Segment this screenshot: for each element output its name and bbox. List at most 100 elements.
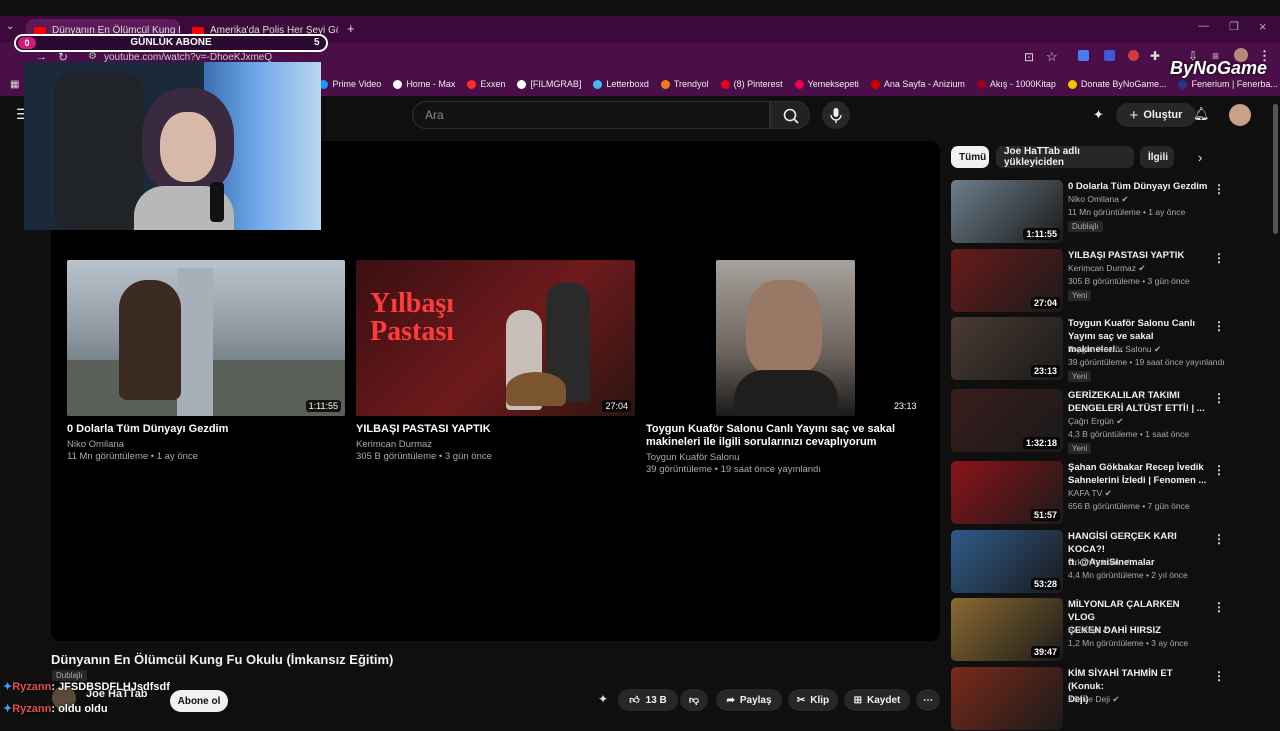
bookmark-item[interactable]: Home - Max — [393, 79, 455, 89]
minimize-icon[interactable]: — — [1198, 20, 1209, 32]
more-options-icon[interactable]: ⋮ — [1213, 319, 1225, 333]
recommended-video[interactable]: 53:28 HANGİSİ GERÇEK KARI KOCA?! ft. @Ayni… — [951, 530, 1225, 594]
more-options-icon[interactable]: ⋮ — [1213, 251, 1225, 265]
scrollbar-thumb[interactable] — [1273, 104, 1278, 234]
extension-icon[interactable] — [1128, 50, 1139, 61]
recommended-video[interactable]: 39:47 MİLYONLAR ÇALARKEN VLOG ÇEKEN DAHİ H… — [951, 598, 1225, 662]
endscreen-video-title[interactable]: YILBAŞI PASTASI YAPTIK — [356, 423, 491, 436]
endscreen-video-title[interactable]: 0 Dolarla Tüm Dünyayı Gezdim — [67, 423, 228, 436]
tab-list-chevron-icon[interactable]: ⌄ — [6, 21, 14, 32]
share-button[interactable]: ➦ Paylaş — [716, 689, 782, 711]
notifications-bell-icon[interactable]: 🔔︎ — [1193, 106, 1210, 122]
bookmark-item[interactable]: Donate ByNoGame... — [1067, 79, 1166, 89]
video-title[interactable]: Şahan Gökbakar Recep İvedik Sahnelerini İ… — [1068, 461, 1208, 487]
scissors-icon: ✂ — [796, 694, 806, 706]
bookmark-label: Akış - 1000Kitap — [989, 79, 1056, 89]
channel-name[interactable]: Kerimcan Durmaz ✔ — [1068, 263, 1146, 274]
apps-grid-icon[interactable]: ▦ — [10, 79, 19, 90]
channel-name[interactable]: Niko Omilana ✔ — [1068, 194, 1129, 205]
video-title[interactable]: YILBAŞI PASTASI YAPTIK — [1068, 249, 1208, 262]
bookmark-item[interactable]: Yemeksepeti — [794, 79, 859, 89]
endscreen-video-meta: 11 Mn görüntüleme • 1 ay önce — [67, 451, 198, 462]
bookmark-label: (8) Pinterest — [733, 79, 783, 89]
more-options-icon[interactable]: ⋮ — [1213, 463, 1225, 477]
chip-from-uploader[interactable]: Joe HaTTab adlı yükleyiciden — [996, 146, 1134, 168]
subscribe-button[interactable]: Abone ol — [170, 690, 228, 712]
chip-all[interactable]: Tümü — [951, 146, 989, 168]
status-badge: Dublajlı — [1068, 221, 1103, 232]
recommended-video[interactable]: 23:13 Toygun Kuaför Salonu Canlı Yayını sa… — [951, 317, 1225, 382]
recommended-video[interactable]: 1:32:18 GERİZEKALILAR TAKIMI DENGELERİ ALT… — [951, 389, 1225, 454]
video-thumbnail[interactable] — [951, 667, 1063, 730]
close-window-icon[interactable]: × — [1259, 19, 1267, 34]
bookmark-item[interactable]: Ana Sayfa - Anizium — [870, 79, 965, 89]
channel-name[interactable]: KAFA TV ✔ — [1068, 488, 1112, 499]
channel-name[interactable]: Çağrı Ergün ✔ — [1068, 416, 1123, 427]
recommended-video[interactable]: 51:57 Şahan Gökbakar Recep İvedik Sahneler… — [951, 461, 1225, 525]
search-button[interactable] — [770, 101, 810, 129]
video-thumbnail[interactable]: 27:04 — [951, 249, 1063, 312]
bookmark-star-icon[interactable]: ☆ — [1046, 49, 1058, 65]
recommended-video[interactable]: KİM SİYAHİ TAHMİN ET (Konuk: Deji) KSI ve … — [951, 667, 1225, 731]
site-info-icon[interactable]: ⚙ — [88, 51, 97, 62]
bookmark-item[interactable]: Letterboxd — [593, 79, 649, 89]
extension-icon[interactable] — [1104, 50, 1115, 61]
endscreen-video-title-line1[interactable]: Toygun Kuaför Salonu Canlı Yayını saç ve… — [646, 423, 895, 436]
more-actions-button[interactable]: ⋯ — [916, 689, 940, 711]
dislike-button[interactable]: 👎︎ — [680, 689, 708, 711]
endscreen-video-title-line2[interactable]: makineleri ile ilgili sorularınızı cevap… — [646, 436, 876, 449]
avatar[interactable] — [1229, 104, 1251, 126]
chat-username: Ryzann — [12, 703, 52, 715]
cast-icon[interactable]: ⊡ — [1024, 50, 1034, 64]
search-input[interactable]: Ara — [412, 101, 770, 129]
bookmark-item[interactable]: Fenerium | Fenerba... — [1178, 79, 1278, 89]
channel-label: Bentropi — [1068, 625, 1100, 635]
save-button[interactable]: ⊞ Kaydet — [844, 689, 910, 711]
channel-name[interactable]: Orkun Işıtmak ✔ — [1068, 557, 1130, 568]
more-options-icon[interactable]: ⋮ — [1213, 532, 1225, 546]
endscreen-video-thumbnail[interactable] — [716, 260, 855, 416]
channel-label: KAFA TV — [1068, 488, 1103, 498]
more-options-icon[interactable]: ⋮ — [1213, 600, 1225, 614]
recommended-video[interactable]: 1:11:55 0 Dolarla Tüm Dünyayı Gezdim Niko … — [951, 180, 1225, 244]
verified-check-icon: ✔ — [1102, 625, 1110, 635]
video-title[interactable]: 0 Dolarla Tüm Dünyayı Gezdim — [1068, 180, 1208, 193]
translate-extension-icon[interactable] — [1078, 50, 1089, 61]
video-thumbnail[interactable]: 39:47 — [951, 598, 1063, 661]
bookmark-favicon-icon — [1067, 79, 1077, 89]
endscreen-video-thumbnail[interactable]: Yılbaşı Pastası 27:04 — [356, 260, 635, 416]
endscreen-video-thumbnail[interactable]: 1:11:55 — [67, 260, 345, 416]
bookmark-favicon-icon — [517, 79, 527, 89]
bookmark-item[interactable]: Trendyol — [660, 79, 709, 89]
bookmark-item[interactable]: Prime Video — [319, 79, 381, 89]
bookmark-item[interactable]: [FILMGRAB] — [517, 79, 581, 89]
more-options-icon[interactable]: ⋮ — [1213, 669, 1225, 683]
video-thumbnail[interactable]: 53:28 — [951, 530, 1063, 593]
video-thumbnail[interactable]: 1:32:18 — [951, 389, 1063, 452]
more-options-icon[interactable]: ⋮ — [1213, 391, 1225, 405]
video-title[interactable]: GERİZEKALILAR TAKIMI DENGELERİ ALTÜST ETT… — [1068, 389, 1208, 415]
voice-search-button[interactable] — [822, 101, 850, 129]
bookmark-item[interactable]: (8) Pinterest — [720, 79, 783, 89]
video-thumbnail[interactable]: 23:13 — [951, 317, 1063, 380]
bookmark-item[interactable]: Exxen — [467, 79, 505, 89]
channel-name[interactable]: Toygun Kuaför Salonu ✔ — [1068, 344, 1161, 355]
recommended-video[interactable]: 27:04 YILBAŞI PASTASI YAPTIK Kerimcan Durm… — [951, 249, 1225, 313]
video-thumbnail[interactable]: 51:57 — [951, 461, 1063, 524]
premium-icon[interactable]: ✦ — [1093, 107, 1104, 123]
more-options-icon[interactable]: ⋮ — [1213, 182, 1225, 196]
video-thumbnail[interactable]: 1:11:55 — [951, 180, 1063, 243]
sparkle-icon[interactable]: ✦ — [598, 692, 608, 706]
bookmark-item[interactable]: Akış - 1000Kitap — [976, 79, 1056, 89]
channel-name[interactable]: Bentropi ✔ — [1068, 625, 1109, 636]
chevron-right-icon[interactable]: › — [1198, 150, 1202, 165]
chip-related[interactable]: İlgili — [1140, 146, 1174, 168]
channel-name[interactable]: KSI ve Deji ✔ — [1068, 694, 1120, 705]
clip-button[interactable]: ✂ Klip — [788, 689, 838, 711]
extensions-puzzle-icon[interactable]: ✚ — [1150, 49, 1160, 63]
bookmark-favicon-icon — [393, 79, 403, 89]
new-tab-icon[interactable]: + — [347, 21, 355, 36]
maximize-icon[interactable]: ❐ — [1229, 20, 1239, 33]
like-button[interactable]: 👍︎ 13 B — [618, 689, 678, 711]
create-button[interactable]: + Oluştur — [1116, 103, 1196, 127]
